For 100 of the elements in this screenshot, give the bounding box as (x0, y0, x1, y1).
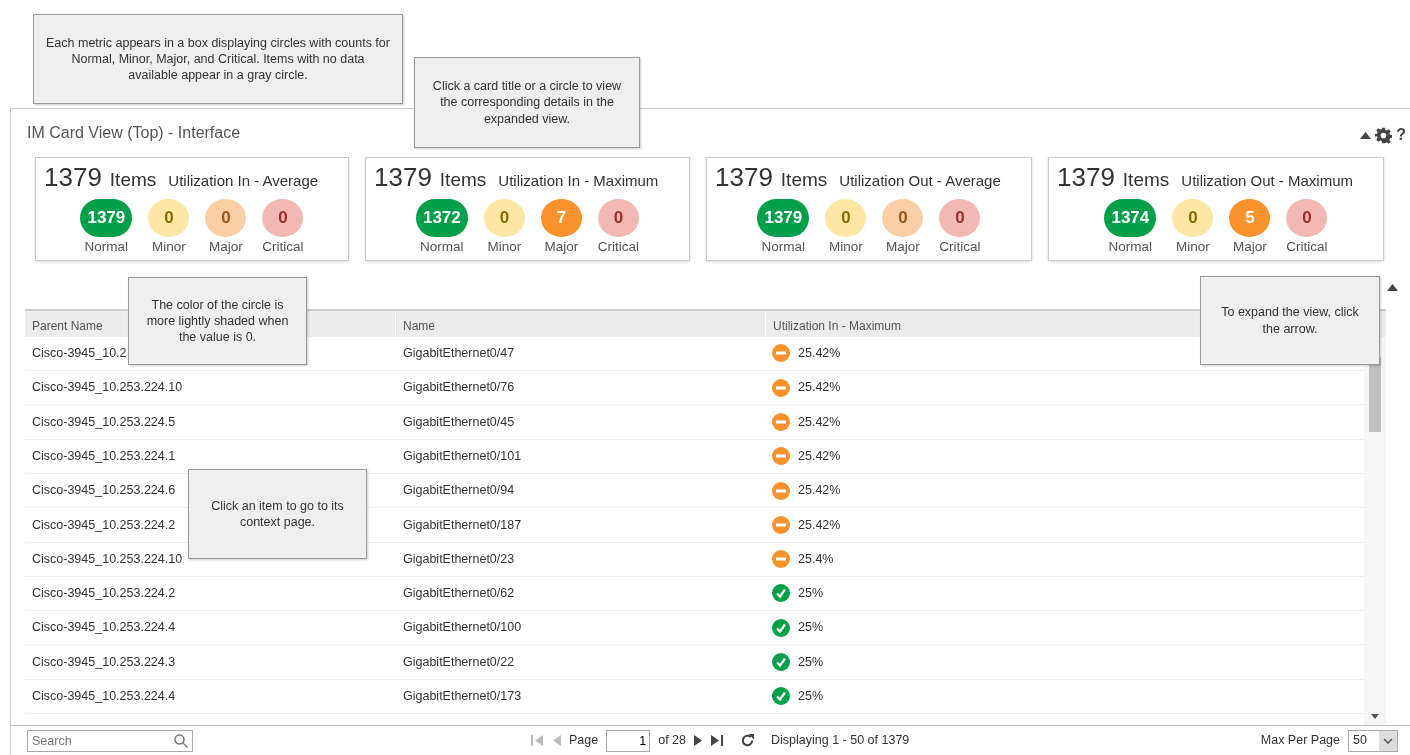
table-cell[interactable]: GigabitEthernet0/23 (403, 549, 515, 569)
help-tooltip: To expand the view, click the arrow. (1200, 276, 1380, 365)
help-tooltip: Each metric appears in a box displaying circles with counts for Normal, Minor, Major, and Critical. Items with no data available appear in a gray circle. (33, 14, 403, 104)
metric-card[interactable]: 1379 Items Utilization Out - Average 1379 Normal 0 Minor 0 Major 0 Critical (706, 157, 1032, 261)
table-cell-text: 25.4% (798, 550, 834, 568)
status-label: Minor (828, 237, 863, 256)
items-label: Items (439, 168, 487, 192)
table-cell-text: 25% (798, 619, 824, 637)
search-icon[interactable] (174, 733, 188, 748)
status-circle[interactable]: 0 (148, 198, 190, 237)
item-count: 1379 (44, 162, 102, 192)
table-cell-text: 25% (798, 653, 824, 671)
status-circle[interactable]: 0 (1172, 198, 1214, 237)
displaying-text: Displaying 1 - 50 of 1379 (771, 732, 910, 750)
status-label: Normal (1108, 237, 1153, 256)
table-cell[interactable]: Cisco-3945_10.253.224.10 (32, 378, 183, 398)
status-label: Major (885, 237, 920, 256)
status-label: Minor (487, 237, 522, 256)
help-button[interactable]: ? (1396, 123, 1406, 147)
help-tooltip: Click a card title or a circle to view the corresponding details in the expanded view. (414, 57, 640, 148)
column-header[interactable]: Name (395, 310, 765, 337)
settings-icon[interactable] (1375, 126, 1393, 144)
status-label: Minor (1175, 237, 1210, 256)
status-circle[interactable]: 0 (882, 198, 924, 237)
status-label: Major (208, 237, 243, 256)
status-label: Critical (1286, 237, 1328, 256)
refresh-icon[interactable] (740, 733, 755, 748)
table-cell[interactable]: Cisco-3945_10.253.224.2 (32, 584, 176, 603)
expand-arrow-icon[interactable] (1387, 282, 1398, 291)
status-circle[interactable]: 0 (205, 198, 247, 237)
status-label: Critical (597, 237, 640, 256)
status-circle[interactable]: 0 (598, 198, 639, 237)
items-label: Items (1122, 168, 1170, 192)
card-title[interactable]: Utilization In - Maximum (498, 170, 659, 193)
table-cell[interactable]: GigabitEthernet0/45 (403, 412, 515, 432)
panel-title: IM Card View (Top) - Interface (26, 123, 242, 143)
card-title[interactable]: Utilization Out - Average (839, 170, 1001, 193)
table-cell[interactable]: Cisco-3945_10.253.224.10 (32, 549, 183, 569)
status-circle[interactable]: 0 (825, 198, 867, 237)
table-cell-text: 25.42% (798, 447, 841, 465)
status-circle[interactable]: 0 (939, 198, 981, 237)
status-label: Major (544, 237, 579, 256)
table-cell[interactable]: GigabitEthernet0/76 (403, 378, 515, 398)
help-tooltip: Click an item to go to its context page. (188, 469, 367, 559)
table-cell[interactable]: GigabitEthernet0/62 (403, 584, 515, 603)
table-cell[interactable]: Cisco-3945_10.253.224.1 (32, 446, 176, 466)
table-cell[interactable]: GigabitEthernet0/100 (403, 618, 522, 638)
next-page-icon[interactable] (694, 735, 703, 746)
table-cell[interactable]: Cisco-3945_10.253.224.6 (32, 481, 176, 500)
table-cell-text: 25.42% (798, 379, 841, 397)
card-title[interactable]: Utilization In - Average (168, 170, 319, 193)
status-label: Normal (84, 237, 129, 256)
table-cell-text: 25% (798, 585, 824, 603)
table-cell-text: 25.42% (798, 413, 841, 431)
table-cell[interactable]: Cisco-3945_10.253.224.4 (32, 687, 176, 706)
table-cell[interactable]: Cisco-3945_10.253.224.4 (32, 618, 176, 638)
status-label: Minor (151, 237, 186, 256)
scroll-down-icon[interactable] (1371, 714, 1379, 719)
status-label: Normal (761, 237, 806, 256)
page-field[interactable]: 1 (606, 729, 651, 752)
status-label: Critical (939, 237, 981, 256)
last-page-icon[interactable] (711, 735, 724, 746)
item-count: 1379 (1057, 162, 1115, 192)
metric-card[interactable]: 1379 Items Utilization In - Average 1379 Normal 0 Minor 0 Major 0 Critical (35, 157, 349, 261)
items-label: Items (109, 168, 157, 192)
max-per-page-select[interactable]: 50 (1348, 729, 1398, 752)
items-label: Items (780, 168, 828, 192)
status-label: Normal (420, 237, 464, 256)
collapse-icon[interactable] (1360, 131, 1372, 139)
caret-icon[interactable] (1383, 737, 1393, 744)
table-cell[interactable]: GigabitEthernet0/173 (403, 687, 522, 706)
metric-card[interactable]: 1379 Items Utilization In - Maximum 1372 Normal 0 Minor 7 Major 0 Critical (365, 157, 690, 261)
status-label: Critical (262, 237, 304, 256)
status-circle[interactable]: 0 (483, 198, 525, 237)
status-label: Major (1232, 237, 1267, 256)
table-cell[interactable]: GigabitEthernet0/94 (403, 481, 515, 500)
scrollbar[interactable] (1364, 336, 1386, 725)
table-cell[interactable]: Cisco-3945_10.2 (32, 344, 127, 363)
table-cell[interactable]: GigabitEthernet0/101 (403, 446, 522, 466)
table-cell[interactable]: Cisco-3945_10.253.224.3 (32, 652, 176, 672)
status-circle[interactable]: 0 (1286, 198, 1328, 237)
table-cell-text: 25.42% (798, 516, 841, 534)
table-cell[interactable]: GigabitEthernet0/22 (403, 652, 515, 672)
item-count: 1379 (715, 162, 773, 192)
item-count: 1379 (374, 162, 432, 192)
page-label: Page (569, 732, 599, 750)
table-cell-text: 25.42% (798, 482, 841, 500)
table-cell[interactable]: GigabitEthernet0/47 (403, 344, 515, 363)
status-circle[interactable]: 0 (262, 198, 304, 237)
card-title[interactable]: Utilization Out - Maximum (1181, 170, 1353, 193)
metric-card[interactable]: 1379 Items Utilization Out - Maximum 1374 Normal 0 Minor 5 Major 0 Critical (1048, 157, 1384, 261)
table-cell-text: 25% (798, 688, 824, 705)
help-tooltip: The color of the circle is more lightly shaded when the value is 0. (128, 277, 307, 365)
max-per-page-label: Max Per Page (1260, 732, 1340, 750)
search-field[interactable]: Search (27, 729, 193, 752)
table-cell[interactable]: Cisco-3945_10.253.224.2 (32, 515, 176, 535)
page-count: of 28 (658, 732, 686, 750)
table-cell[interactable]: GigabitEthernet0/187 (403, 515, 522, 535)
table-cell[interactable]: Cisco-3945_10.253.224.5 (32, 412, 176, 432)
table-cell-text: 25.42% (798, 345, 841, 362)
